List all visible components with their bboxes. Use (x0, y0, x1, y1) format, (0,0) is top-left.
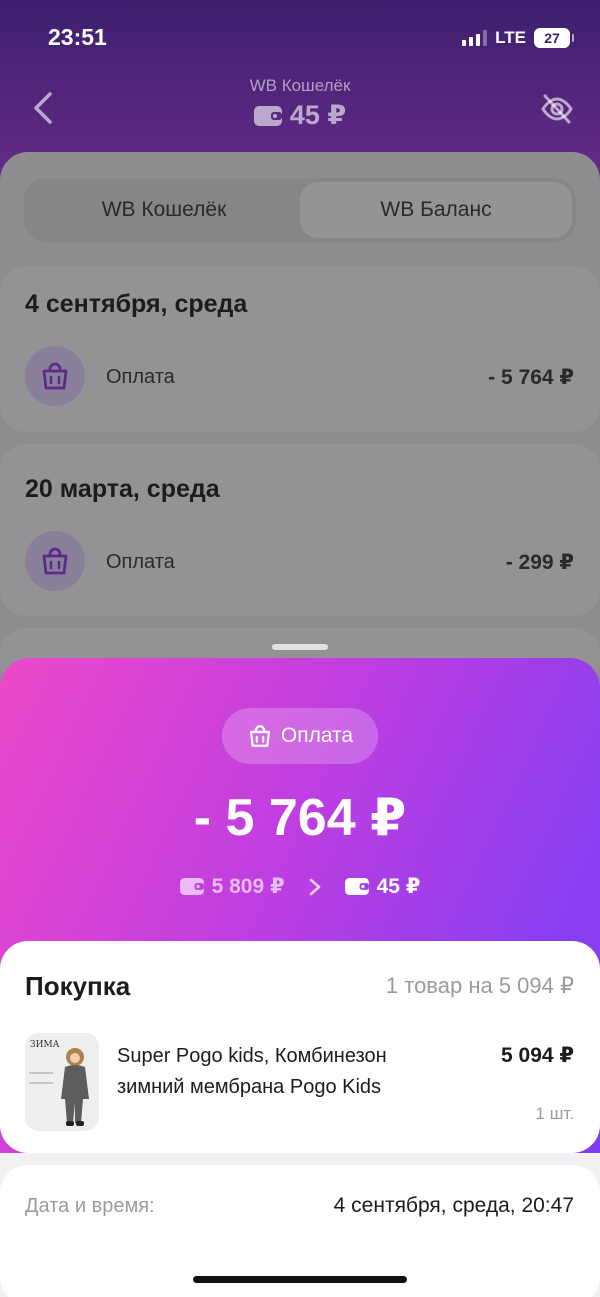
wallet-balance-value: 45 ₽ (289, 100, 347, 130)
product-name[interactable]: Super Pogo kids, Комбинезон зимний мембр… (117, 1041, 447, 1103)
tab-wb-balance[interactable]: WB Баланс (300, 182, 572, 238)
product-price: 5 094 ₽ (501, 1044, 574, 1067)
status-time: 23:51 (48, 24, 107, 50)
transaction-group: 20 марта, среда Оплата - 299 ₽ (0, 444, 600, 616)
product-image[interactable]: ЗИМА (25, 1033, 99, 1131)
transaction-label[interactable]: Оплата (106, 551, 175, 574)
status-bar: 23:51 LTE 27 (0, 24, 600, 54)
transaction-amount: - 299 ₽ (505, 551, 574, 574)
wallet-icon (344, 878, 369, 895)
payment-icon (25, 531, 85, 591)
network-label: LTE (495, 28, 526, 47)
balance-before: 5 809 ₽ (179, 874, 285, 899)
balance-after-value: 45 ₽ (376, 875, 421, 898)
transaction-amount: - 5 764 ₽ (488, 366, 574, 389)
hide-balance-button[interactable] (540, 92, 574, 126)
transaction-date: 20 марта, среда (25, 475, 220, 503)
purchase-card: Покупка 1 товар на 5 094 ₽ ЗИМА Super Po… (0, 941, 600, 1153)
balance-change: 5 809 ₽ 45 ₽ (0, 874, 600, 899)
home-indicator[interactable] (193, 1276, 407, 1283)
transaction-detail-sheet: Оплата - 5 764 ₽ 5 809 ₽ 45 ₽ Покупка 1 … (0, 658, 600, 1297)
wallet-icon (179, 878, 204, 895)
transaction-label[interactable]: Оплата (106, 366, 175, 389)
balance-tabs: WB Кошелёк WB Баланс (24, 178, 576, 242)
shopping-bag-icon (249, 725, 270, 747)
payment-icon (25, 346, 85, 406)
transaction-type-label: Оплата (280, 724, 354, 747)
wallet-title: WB Кошелёк (249, 76, 351, 95)
datetime-value: 4 сентября, среда, 20:47 (333, 1194, 574, 1217)
product-quantity: 1 шт. (535, 1104, 574, 1123)
tab-wb-wallet[interactable]: WB Кошелёк (28, 182, 300, 238)
battery-icon: 27 (534, 28, 574, 48)
signal-icon (462, 30, 488, 46)
balance-before-value: 5 809 ₽ (211, 875, 285, 898)
chevron-right-icon (295, 875, 335, 899)
purchase-summary: 1 товар на 5 094 ₽ (385, 973, 574, 998)
balance-after: 45 ₽ (344, 874, 421, 899)
sheet-grabber[interactable] (272, 644, 328, 650)
status-indicators: LTE 27 (462, 28, 574, 48)
transaction-group: 4 сентября, среда Оплата - 5 764 ₽ (0, 266, 600, 432)
shopping-bag-icon (42, 547, 68, 575)
datetime-label: Дата и время: (25, 1195, 155, 1217)
transaction-type-badge: Оплата (222, 708, 378, 764)
wallet-icon (253, 105, 282, 126)
transaction-total: - 5 764 ₽ (193, 789, 407, 847)
eye-off-icon (541, 94, 573, 124)
purchase-title: Покупка (25, 971, 131, 1001)
product-image-caption: ЗИМА (30, 1040, 60, 1050)
wallet-balance: 45 ₽ (0, 100, 600, 131)
transaction-date: 4 сентября, среда (25, 290, 248, 318)
shopping-bag-icon (42, 362, 68, 390)
